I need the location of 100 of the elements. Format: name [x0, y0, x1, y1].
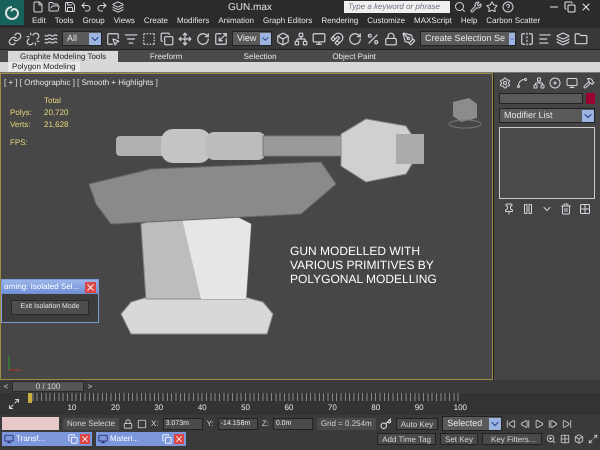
- go-to-end-icon[interactable]: [562, 418, 572, 428]
- menu-item[interactable]: Help: [460, 15, 478, 27]
- ribbon-tab[interactable]: Graphite Modeling Tools: [8, 51, 118, 62]
- unlink-icon[interactable]: [26, 32, 40, 46]
- modifier-stack[interactable]: [499, 127, 595, 199]
- ribbon-tab[interactable]: Selection: [214, 51, 306, 62]
- stats-value: 20,720: [44, 107, 68, 119]
- move-icon[interactable]: [178, 32, 192, 46]
- curve-icon[interactable]: [516, 77, 528, 89]
- save-icon[interactable]: [64, 1, 76, 13]
- menu-item[interactable]: Group: [82, 15, 105, 27]
- menu-item[interactable]: Graph Editors: [262, 15, 312, 27]
- zoom-all-icon[interactable]: [560, 434, 570, 444]
- next-frame-button[interactable]: >: [86, 380, 94, 392]
- configure-icon[interactable]: [579, 203, 592, 215]
- stats-header: Total: [44, 95, 62, 107]
- viewport-label[interactable]: [ + ] [ Orthographic ] [ Smooth + Highlights ]: [4, 77, 489, 89]
- snap-icon[interactable]: [330, 32, 344, 46]
- object-color-swatch[interactable]: [586, 93, 595, 104]
- new-file-icon[interactable]: [32, 1, 44, 13]
- select-object-icon[interactable]: [106, 32, 120, 46]
- select-by-name-icon[interactable]: [124, 32, 138, 46]
- menu-item[interactable]: Create: [144, 15, 168, 27]
- play-icon[interactable]: [534, 418, 544, 428]
- time-marker[interactable]: [28, 393, 32, 403]
- monitor-icon[interactable]: [566, 77, 578, 89]
- align-icon[interactable]: [538, 32, 552, 46]
- dialog-title: arning: Isolated Sel...: [4, 281, 80, 293]
- window-icon: [98, 434, 108, 444]
- frame-number: 50: [241, 403, 250, 413]
- folder-icon[interactable]: [574, 32, 588, 46]
- redo-icon[interactable]: [96, 1, 108, 13]
- menu-item[interactable]: Views: [114, 15, 135, 27]
- modifier-list-dropdown[interactable]: Modifier List: [499, 108, 595, 123]
- mirror-icon[interactable]: [520, 32, 534, 46]
- menu-item[interactable]: Tools: [54, 15, 74, 27]
- key-icon[interactable]: [380, 418, 392, 430]
- frame-number: 20: [110, 403, 120, 413]
- menu-item[interactable]: Customize: [367, 15, 406, 27]
- rotate-icon[interactable]: [196, 32, 210, 46]
- waves-icon[interactable]: [44, 32, 58, 46]
- help-icon[interactable]: [502, 1, 514, 13]
- menu-item[interactable]: Carbon Scatter: [486, 15, 540, 27]
- hammer-icon[interactable]: [582, 77, 595, 89]
- previous-key-icon[interactable]: [520, 418, 530, 428]
- menu-item[interactable]: Edit: [32, 15, 46, 27]
- open-folder-icon[interactable]: [48, 1, 60, 13]
- close-icon[interactable]: [580, 1, 592, 13]
- add-time-tag-button[interactable]: Add Time Tag: [377, 433, 436, 445]
- stats-label: Verts:: [10, 119, 32, 131]
- undo-icon[interactable]: [80, 1, 92, 13]
- swirl-logo-icon: [4, 4, 20, 20]
- reference-coordinate-dropdown[interactable]: View: [232, 31, 272, 46]
- pin-icon[interactable]: [502, 203, 515, 215]
- next-key-icon[interactable]: [548, 418, 558, 428]
- app-menu-button[interactable]: [0, 0, 24, 25]
- selection-status: None Selecte: [63, 418, 120, 430]
- selection-filter-dropdown[interactable]: All: [62, 31, 102, 46]
- disc-icon[interactable]: [549, 77, 562, 89]
- object-name-field[interactable]: [499, 93, 583, 104]
- set-key-button[interactable]: Set Key: [440, 433, 478, 445]
- restore-icon[interactable]: [564, 1, 576, 13]
- menu-item[interactable]: Rendering: [321, 15, 358, 27]
- pause-icon[interactable]: [522, 203, 534, 215]
- frame-number: 30: [154, 403, 164, 413]
- menu-item[interactable]: Animation: [218, 15, 254, 27]
- view-cube-icon[interactable]: [448, 98, 482, 128]
- key-mode-dropdown[interactable]: Selected: [442, 416, 502, 431]
- maximize-icon[interactable]: [588, 434, 598, 444]
- scale-icon[interactable]: [214, 32, 228, 46]
- search-field[interactable]: Type a keyword or phrase: [344, 1, 450, 13]
- gear-icon[interactable]: [499, 77, 511, 89]
- viewport-caption: GUN MODELLED WITH VARIOUS PRIMITIVES BY POLYGONAL MODELLING: [290, 244, 438, 286]
- menu-item[interactable]: MAXScript: [414, 15, 452, 27]
- trash-icon[interactable]: [560, 203, 572, 215]
- named-selection-dropdown[interactable]: Create Selection Se: [420, 31, 516, 46]
- menu-item[interactable]: Modifiers: [176, 15, 210, 27]
- layers-icon[interactable]: [556, 32, 570, 46]
- selection-region-icon[interactable]: [142, 32, 156, 46]
- go-to-start-icon[interactable]: [506, 418, 516, 428]
- ribbon-panel-tab[interactable]: Polygon Modeling: [8, 62, 80, 72]
- link-icon[interactable]: [8, 32, 22, 46]
- wrench-icon[interactable]: [470, 1, 482, 13]
- previous-frame-button[interactable]: <: [2, 380, 10, 392]
- hierarchy-icon[interactable]: [532, 77, 545, 89]
- lock-icon[interactable]: [123, 418, 134, 428]
- caret-icon: [89, 32, 101, 44]
- percent-snap-icon[interactable]: [366, 32, 380, 46]
- key-filters-button[interactable]: Key Filters...: [482, 433, 542, 445]
- ribbon-tab[interactable]: Object Paint: [308, 51, 400, 62]
- auto-key-button[interactable]: Auto Key: [396, 418, 438, 430]
- ribbon-tab[interactable]: Freeform: [120, 51, 212, 62]
- time-slider-thumb[interactable]: 0 / 100: [12, 381, 84, 392]
- window-label: Transf...: [16, 433, 46, 445]
- monitor-icon[interactable]: [312, 32, 326, 46]
- window-title: GUN.max: [228, 0, 273, 14]
- caret-icon: [582, 110, 594, 122]
- zoom-icon[interactable]: [546, 434, 556, 444]
- star-icon[interactable]: [486, 1, 498, 13]
- hierarchy-icon[interactable]: [294, 32, 308, 46]
